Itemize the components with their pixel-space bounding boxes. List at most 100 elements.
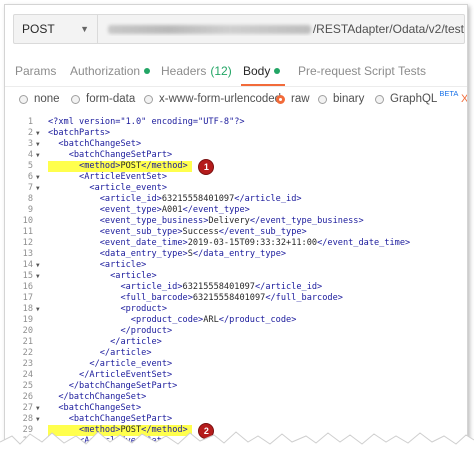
code-line: 19 <product_code>ARL</product_code> — [5, 315, 467, 326]
code-line: 24 </ArticleEventSet> — [5, 370, 467, 381]
radio-circle-icon — [19, 94, 28, 104]
code-line: 3 ▼ <batchChangeSet> — [5, 139, 467, 150]
tab-body[interactable]: Body — [243, 64, 281, 78]
fold-arrow-icon[interactable]: ▼ — [36, 414, 40, 425]
radio-raw[interactable]: raw — [276, 93, 310, 105]
line-number: 4 — [27, 150, 33, 160]
radio-circle-icon — [71, 94, 80, 104]
headers-count: (12) — [210, 64, 232, 78]
radio-selected-icon — [276, 94, 285, 104]
code-line: 8 <article_id>63215558401097</article_id… — [5, 194, 467, 205]
code-text: <?xml version="1.0" encoding="UTF-8"?> — [48, 117, 245, 127]
line-number: 13 — [22, 249, 33, 259]
method-label: POST — [22, 22, 55, 36]
code-text: <event_date_time>2019-03-15T09:33:32+11:… — [99, 238, 411, 248]
code-line: 22 </article> — [5, 348, 467, 359]
code-line: 28 ▼ <batchChangeSetPart> — [5, 414, 467, 425]
torn-edge-decoration — [0, 431, 474, 469]
radio-circle-icon — [144, 94, 153, 104]
code-line: 7 ▼ <article_event> — [5, 183, 467, 194]
line-number: 22 — [22, 348, 33, 358]
line-number: 6 — [27, 172, 33, 182]
code-text: <batchParts> — [48, 128, 111, 138]
line-number: 3 — [27, 139, 33, 149]
fold-arrow-icon[interactable]: ▼ — [36, 260, 40, 271]
tab-headers-label: Headers — [161, 64, 207, 78]
code-line: 4 ▼ <batchChangeSetPart> — [5, 150, 467, 161]
line-number: 8 — [27, 194, 33, 204]
line-number: 25 — [22, 381, 33, 391]
code-line: 10 <event_type_business>Delivery</event_… — [5, 216, 467, 227]
fold-arrow-icon[interactable]: ▼ — [36, 403, 40, 414]
code-text: </article> — [99, 348, 152, 358]
fold-arrow-icon[interactable]: ▼ — [36, 139, 40, 150]
tab-params[interactable]: Params — [15, 64, 56, 78]
radio-graphql[interactable]: GraphQL BETA — [375, 89, 458, 105]
fold-arrow-icon[interactable]: ▼ — [36, 183, 40, 194]
beta-badge: BETA — [439, 88, 459, 98]
code-line: 12 <event_date_time>2019-03-15T09:33:32+… — [5, 238, 467, 249]
radio-raw-label: raw — [291, 93, 310, 105]
tab-authorization-label: Authorization — [70, 64, 141, 78]
tab-authorization[interactable]: Authorization — [70, 64, 151, 78]
line-number: 16 — [22, 282, 33, 292]
chevron-down-icon: ▼ — [80, 24, 89, 34]
radio-binary-label: binary — [333, 93, 365, 105]
line-number: 15 — [22, 271, 33, 281]
line-number: 19 — [22, 315, 33, 325]
code-text: <batchChangeSet> — [58, 139, 142, 149]
code-line: 21 </article> — [5, 337, 467, 348]
code-text: <batchChangeSetPart> — [68, 414, 173, 424]
line-number: 14 — [22, 260, 33, 270]
url-path: /RESTAdapter/Odata/v2/test — [312, 22, 464, 36]
code-editor[interactable]: 1 <?xml version="1.0" encoding="UTF-8"?> 2… — [5, 113, 467, 463]
code-text: <article_event> — [89, 183, 168, 193]
line-number: 23 — [22, 359, 33, 369]
line-number: 28 — [22, 414, 33, 424]
radio-none-label: none — [34, 93, 60, 105]
fold-arrow-icon[interactable]: ▼ — [36, 150, 40, 161]
fold-arrow-icon[interactable]: ▼ — [36, 271, 40, 282]
code-line: 5 <method>POST</method> 1 — [5, 159, 467, 175]
code-text: </ArticleEventSet> — [79, 370, 173, 380]
code-text: <product> — [120, 304, 168, 314]
radio-form-data-label: form-data — [86, 93, 136, 105]
radio-binary[interactable]: binary — [318, 93, 364, 105]
tab-pre-request-script-label: Pre-request Script — [298, 64, 395, 78]
method-dropdown[interactable]: POST ▼ — [14, 15, 98, 43]
code-line: 11 <event_sub_type>Success</event_sub_ty… — [5, 227, 467, 238]
redacted-host — [108, 24, 311, 34]
line-number: 10 — [22, 216, 33, 226]
line-number: 18 — [22, 304, 33, 314]
code-line: 2 ▼ <batchParts> — [5, 128, 467, 139]
code-line: 25 </batchChangeSetPart> — [5, 381, 467, 392]
tab-pre-request-script[interactable]: Pre-request Script — [298, 64, 395, 78]
fold-arrow-icon[interactable]: ▼ — [36, 128, 40, 139]
body-type-selector: none form-data x-www-form-urlencoded raw… — [5, 89, 467, 113]
code-text: </article> — [110, 337, 162, 347]
tab-headers[interactable]: Headers (12) — [161, 64, 232, 78]
code-text: </batchChangeSet> — [58, 392, 147, 402]
fold-arrow-icon[interactable]: ▼ — [36, 304, 40, 315]
line-number: 7 — [27, 183, 33, 193]
postman-request-panel: POST ▼ /RESTAdapter/Odata/v2/test Params… — [4, 4, 468, 464]
code-text: <batchChangeSet> — [58, 403, 142, 413]
code-line: 6 ▼ <ArticleEventSet> — [5, 172, 467, 183]
code-text: </batchChangeSetPart> — [68, 381, 178, 391]
code-text: <data_entry_type>S</data_entry_type> — [99, 249, 287, 259]
radio-x-www-form-urlencoded[interactable]: x-www-form-urlencoded — [144, 93, 281, 105]
code-line: 20 </product> — [5, 326, 467, 337]
url-input[interactable]: /RESTAdapter/Odata/v2/test — [98, 22, 464, 36]
radio-form-data[interactable]: form-data — [71, 93, 135, 105]
tab-tests[interactable]: Tests — [398, 64, 426, 78]
code-line: 26 </batchChangeSet> — [5, 392, 467, 403]
code-text: <event_sub_type>Success</event_sub_type> — [99, 227, 307, 237]
code-text: <article_id>63215558401097</article_id> — [99, 194, 302, 204]
line-number: 5 — [27, 161, 33, 171]
radio-none[interactable]: none — [19, 93, 60, 105]
code-text: <method>POST</method> — [79, 161, 188, 171]
code-text: <article_id>63215558401097</article_id> — [120, 282, 323, 292]
code-text: <ArticleEventSet> — [79, 172, 168, 182]
fold-arrow-icon[interactable]: ▼ — [36, 172, 40, 183]
line-number: 17 — [22, 293, 33, 303]
